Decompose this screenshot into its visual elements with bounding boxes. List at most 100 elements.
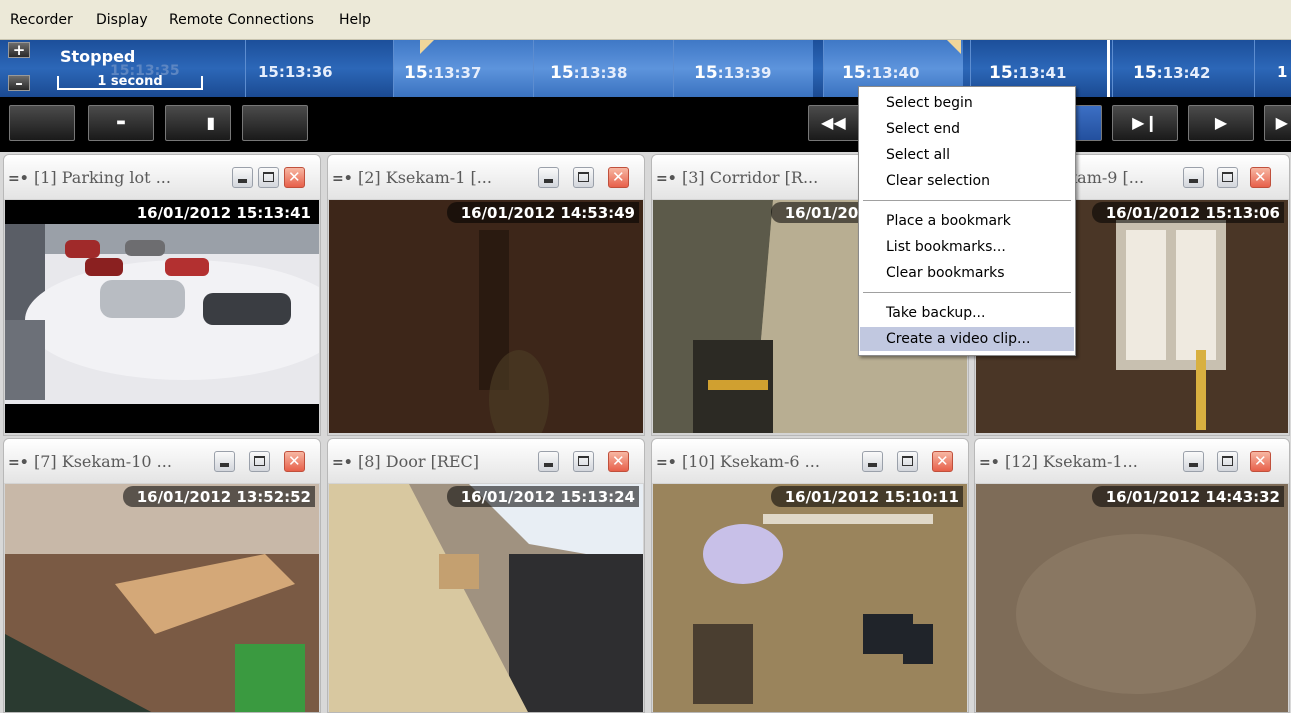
minimize-button[interactable] bbox=[1183, 167, 1204, 188]
menu-item-clear-selection[interactable]: Clear selection bbox=[860, 169, 1074, 193]
camera-timestamp: 16/01/2012 13:52:52 bbox=[122, 486, 315, 507]
close-button[interactable] bbox=[284, 167, 305, 188]
step-forward-icon: ▶❙ bbox=[1132, 113, 1158, 132]
camera-timestamp: 16/01/2012 15:10:11 bbox=[770, 486, 963, 507]
camera-title: [8] Door [REC] bbox=[358, 452, 480, 471]
camera-icon: =• bbox=[979, 455, 1000, 471]
control-button[interactable] bbox=[242, 105, 308, 141]
timeline-cell[interactable]: 15:13:42 bbox=[1112, 40, 1252, 97]
camera-view[interactable]: 16/01/2012 14:43:32 bbox=[976, 484, 1288, 712]
menu-item-select-begin[interactable]: Select begin bbox=[860, 91, 1074, 115]
menu-item-clear-bookmarks[interactable]: Clear bookmarks bbox=[860, 261, 1074, 285]
menu-item-take-backup[interactable]: Take backup... bbox=[860, 301, 1074, 325]
close-button[interactable] bbox=[1250, 451, 1271, 472]
menu-item-select-all[interactable]: Select all bbox=[860, 143, 1074, 167]
camera-image-dark-room bbox=[329, 200, 643, 433]
timeline-time-hour: 15 bbox=[694, 63, 718, 83]
camera-view[interactable]: 16/01/2012 15:13:24 bbox=[329, 484, 643, 712]
control-button[interactable] bbox=[9, 105, 75, 141]
maximize-button[interactable] bbox=[897, 451, 918, 472]
camera-title: [7] Ksekam-10 ... bbox=[34, 452, 172, 471]
zoom-out-button[interactable]: – bbox=[8, 75, 30, 91]
pause-button[interactable]: ▮ bbox=[165, 105, 231, 141]
timeline-time-label-cut: 1 bbox=[1277, 63, 1288, 81]
fast-forward-button[interactable]: ▶ bbox=[1264, 105, 1291, 141]
camera-view[interactable]: 16/01/2012 15:13:41 bbox=[5, 200, 319, 433]
timeline-scale: 1 second bbox=[57, 75, 203, 90]
camera-pane[interactable]: =• [2] Ksekam-1 [... 16/01/2012 14:53:49 bbox=[327, 154, 645, 436]
play-button[interactable]: ▶ bbox=[1188, 105, 1254, 141]
camera-title: [10] Ksekam-6 ... bbox=[682, 452, 820, 471]
selection-begin-marker[interactable] bbox=[420, 40, 434, 54]
camera-title-bar[interactable]: =• [1] Parking lot ... bbox=[4, 155, 320, 199]
close-button[interactable] bbox=[284, 451, 305, 472]
close-button[interactable] bbox=[1250, 167, 1271, 188]
close-button[interactable] bbox=[932, 451, 953, 472]
menu-display[interactable]: Display bbox=[96, 12, 148, 28]
timeline-cell[interactable]: 15:13:37 bbox=[393, 40, 533, 97]
minimize-button[interactable] bbox=[1183, 451, 1204, 472]
play-icon: ▶ bbox=[1214, 113, 1228, 132]
camera-icon: =• bbox=[332, 455, 353, 471]
bar-icon: ▮ bbox=[206, 113, 216, 132]
camera-title: [3] Corridor [R... bbox=[682, 168, 819, 187]
menu-item-create-video-clip[interactable]: Create a video clip... bbox=[860, 327, 1074, 351]
menu-bar: Recorder Display Remote Connections Help bbox=[0, 0, 1291, 40]
camera-icon: =• bbox=[656, 455, 677, 471]
menu-recorder[interactable]: Recorder bbox=[10, 12, 73, 28]
camera-view[interactable]: 16/01/2012 14:53:49 bbox=[329, 200, 643, 433]
timeline-cell[interactable]: 1 bbox=[1254, 40, 1291, 97]
close-button[interactable] bbox=[608, 451, 629, 472]
timeline-time-hour: 15 bbox=[842, 63, 866, 83]
timeline-cell[interactable]: 15:13:39 bbox=[673, 40, 813, 97]
camera-pane[interactable]: =• [1] Parking lot ... 16/01/2012 15:13:… bbox=[3, 154, 321, 436]
camera-title-bar[interactable]: =• [12] Ksekam-1... bbox=[975, 439, 1289, 483]
timeline-time-hour: 15 bbox=[404, 63, 428, 83]
camera-pane[interactable]: =• [8] Door [REC] 16/01/2012 15:13:24 bbox=[327, 438, 645, 713]
maximize-button[interactable] bbox=[249, 451, 270, 472]
playback-cursor[interactable] bbox=[1107, 40, 1110, 97]
camera-title-bar[interactable]: =• [2] Ksekam-1 [... bbox=[328, 155, 644, 199]
camera-title-bar[interactable]: =• [7] Ksekam-10 ... bbox=[4, 439, 320, 483]
menu-item-place-bookmark[interactable]: Place a bookmark bbox=[860, 209, 1074, 233]
maximize-button[interactable] bbox=[1217, 451, 1238, 472]
minimize-button[interactable] bbox=[538, 451, 559, 472]
camera-view[interactable]: 16/01/2012 13:52:52 bbox=[5, 484, 319, 712]
camera-image-floor bbox=[976, 484, 1288, 712]
camera-title-bar[interactable]: =• [8] Door [REC] bbox=[328, 439, 644, 483]
minimize-button[interactable] bbox=[232, 167, 253, 188]
minimize-button[interactable] bbox=[538, 167, 559, 188]
camera-title-bar[interactable]: =• [10] Ksekam-6 ... bbox=[652, 439, 968, 483]
camera-image-parking bbox=[5, 224, 319, 404]
menu-separator bbox=[863, 292, 1071, 293]
maximize-button[interactable] bbox=[573, 451, 594, 472]
camera-grid: =• [1] Parking lot ... 16/01/2012 15:13:… bbox=[0, 152, 1291, 713]
camera-pane[interactable]: =• [7] Ksekam-10 ... 16/01/2012 13:52:52 bbox=[3, 438, 321, 713]
minimize-button[interactable] bbox=[214, 451, 235, 472]
playback-status: Stopped bbox=[60, 47, 136, 66]
selection-end-marker[interactable] bbox=[947, 40, 961, 54]
maximize-button[interactable] bbox=[258, 167, 279, 188]
minimize-button[interactable] bbox=[862, 451, 883, 472]
camera-pane[interactable]: =• [10] Ksekam-6 ... 16/01/2012 15:10:11 bbox=[651, 438, 969, 713]
step-forward-button[interactable]: ▶❙ bbox=[1112, 105, 1178, 141]
maximize-button[interactable] bbox=[573, 167, 594, 188]
menu-item-list-bookmarks[interactable]: List bookmarks... bbox=[860, 235, 1074, 259]
zoom-in-button[interactable]: + bbox=[8, 42, 30, 58]
camera-image-office bbox=[653, 484, 967, 712]
camera-timestamp: 16/01/2012 14:43:32 bbox=[1091, 486, 1284, 507]
close-button[interactable] bbox=[608, 167, 629, 188]
menu-help[interactable]: Help bbox=[339, 12, 371, 28]
stop-icon: ▬ bbox=[116, 117, 126, 128]
stop-button[interactable]: ▬ bbox=[88, 105, 154, 141]
timeline-cell[interactable]: 15:13:36 bbox=[245, 40, 385, 97]
timeline-cell[interactable]: 15:13:38 bbox=[533, 40, 673, 97]
timeline-time-label: :13:40 bbox=[865, 64, 920, 82]
menu-item-select-end[interactable]: Select end bbox=[860, 117, 1074, 141]
camera-pane[interactable]: =• [12] Ksekam-1... 16/01/2012 14:43:32 bbox=[974, 438, 1290, 713]
camera-view[interactable]: 16/01/2012 15:10:11 bbox=[653, 484, 967, 712]
timeline-time-hour: 15 bbox=[550, 63, 574, 83]
menu-remote-connections[interactable]: Remote Connections bbox=[169, 12, 314, 28]
maximize-button[interactable] bbox=[1217, 167, 1238, 188]
timeline-time-label: :13:41 bbox=[1012, 64, 1067, 82]
